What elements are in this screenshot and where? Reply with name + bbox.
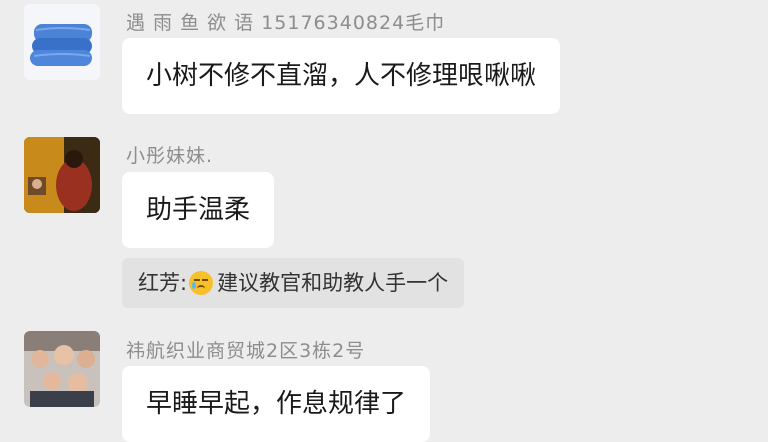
quote-text: 建议教官和助教人手一个 [217, 271, 449, 295]
group-photo-avatar-image [24, 331, 100, 407]
sender-name[interactable]: 遇 雨 鱼 欲 语 15176340824毛巾 [126, 8, 445, 35]
message-bubble[interactable]: 助手温柔 [122, 172, 275, 248]
crying-laughing-emoji-icon [189, 271, 214, 295]
portrait-avatar-image [24, 137, 100, 213]
quote-author: 红芳: [138, 271, 188, 295]
sender-name[interactable]: 祎航织业商贸城2区3栋2号 [126, 336, 365, 363]
message-bubble[interactable]: 小树不修不直溜，人不修理哏啾啾 [122, 38, 561, 114]
quoted-reply[interactable]: 红芳: 建议教官和助教人手一个 [122, 258, 465, 308]
towel-avatar-image [24, 4, 100, 80]
group-photo-avatar[interactable] [24, 331, 100, 407]
chat-message-list: 遇 雨 鱼 欲 语 15176340824毛巾 小树不修不直溜，人不修理哏啾啾 … [0, 0, 768, 442]
message-bubble[interactable]: 早睡早起，作息规律了 [122, 366, 431, 442]
portrait-avatar[interactable] [24, 137, 100, 213]
sender-name[interactable]: 小彤妹妹. [126, 141, 213, 168]
towel-avatar[interactable] [24, 4, 100, 80]
